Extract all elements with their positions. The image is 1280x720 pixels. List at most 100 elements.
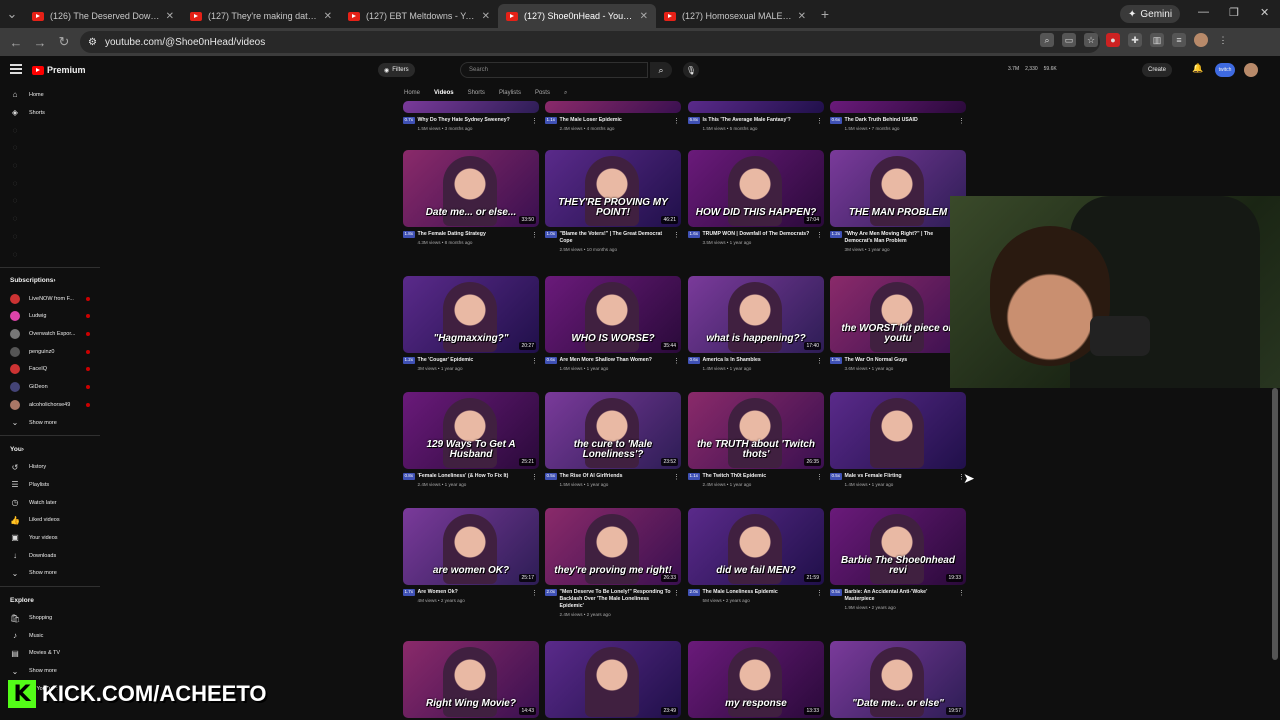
video-title[interactable]: America Is In Shambles <box>703 357 761 364</box>
video-title[interactable]: "Men Deserve To Be Lonely!" Responding T… <box>560 589 671 610</box>
video-card[interactable]: WHO IS WORSE? 35:44 0.6x Are Men More Shall… <box>545 276 681 372</box>
scrollbar[interactable] <box>1272 388 1278 660</box>
sidebar-subscription[interactable]: Ludwig <box>0 308 100 326</box>
sidebar-subscription[interactable]: penguinz0 <box>0 343 100 361</box>
shorts-placeholder-item[interactable]: ◌ <box>0 228 100 246</box>
sidebar-item-shopping[interactable]: 🛍 Shopping <box>0 609 100 627</box>
close-tab-icon[interactable]: ✕ <box>324 11 332 22</box>
video-thumbnail[interactable] <box>688 101 824 113</box>
video-thumbnail[interactable]: "Hagmaxxing?" 20:27 <box>403 276 539 353</box>
more-options-icon[interactable]: ⋮ <box>673 357 680 366</box>
more-options-icon[interactable]: ⋮ <box>816 357 823 366</box>
video-thumbnail[interactable]: WHO IS WORSE? 35:44 <box>545 276 681 353</box>
sidepanel-icon[interactable]: ▥ <box>1150 33 1164 47</box>
more-options-icon[interactable]: ⋮ <box>531 231 538 240</box>
channel-search-icon[interactable]: ⌕ <box>564 90 567 97</box>
video-card[interactable]: what is happening?? 17:40 0.6x America Is I… <box>688 276 824 372</box>
video-card[interactable]: they're proving me right! 26:33 2.0x "Men D… <box>545 508 681 618</box>
gemini-button[interactable]: ✦ Gemini <box>1120 5 1181 23</box>
more-options-icon[interactable]: ⋮ <box>673 231 680 240</box>
shorts-placeholder-item[interactable]: ◌ <box>0 192 100 210</box>
video-thumbnail[interactable]: the TRUTH about 'Twitch thots' 26:35 <box>688 392 824 469</box>
sidebar-item-home[interactable]: ⌂ Home <box>0 86 100 104</box>
video-card[interactable]: my response 13:33 <box>688 641 824 718</box>
close-tab-icon[interactable]: ✕ <box>640 11 648 22</box>
video-title[interactable]: TRUMP WON | Downfall of The Democrats? <box>703 231 810 238</box>
browser-tab[interactable]: (127) Homosexual MALE MELTS ✕ <box>656 4 814 28</box>
video-thumbnail[interactable]: they're proving me right! 26:33 <box>545 508 681 585</box>
sidebar-item-playlists[interactable]: ☰ Playlists <box>0 476 100 494</box>
tab-home[interactable]: Home <box>404 90 420 96</box>
video-thumbnail[interactable]: the cure to 'Male Loneliness'? 23:52 <box>545 392 681 469</box>
puzzle-icon[interactable]: ✚ <box>1128 33 1142 47</box>
tab-videos[interactable]: Videos <box>434 90 454 96</box>
video-title[interactable]: 'Female Loneliness' (& How To Fix It) <box>418 473 509 480</box>
video-card[interactable]: 0.6x The Dark Truth Behind USAID 1.5M view… <box>830 101 966 132</box>
video-card[interactable]: the WORST hit piece on youtu 1.3x The War … <box>830 276 966 372</box>
shorts-placeholder-item[interactable]: ◌ <box>0 139 100 157</box>
maximize-icon[interactable]: ❐ <box>1229 6 1239 19</box>
video-title[interactable]: Are Women Ok? <box>418 589 465 596</box>
sidebar-subscription[interactable]: alcoholichorse49 <box>0 396 100 414</box>
video-card[interactable]: 6.8x Is This 'The Average Male Fantasy'? 1… <box>688 101 824 132</box>
reload-icon[interactable]: ↻ <box>52 34 76 50</box>
video-thumbnail[interactable]: 23:49 <box>545 641 681 718</box>
close-window-icon[interactable]: ✕ <box>1260 6 1269 19</box>
video-title[interactable]: The Twitch Th0t Epidemic <box>703 473 767 480</box>
more-options-icon[interactable]: ⋮ <box>673 117 680 126</box>
more-options-icon[interactable]: ⋮ <box>673 473 680 482</box>
video-thumbnail[interactable]: 129 Ways To Get A Husband 25:21 <box>403 392 539 469</box>
youtube-logo[interactable]: Premium <box>32 65 86 75</box>
video-card[interactable]: 23:49 <box>545 641 681 718</box>
menu-icon[interactable]: ⋮ <box>1216 33 1230 47</box>
video-card[interactable]: are women OK? 25:17 1.7x Are Women Ok? 4M vi… <box>403 508 539 604</box>
sidebar-item-music[interactable]: ♪ Music <box>0 627 100 645</box>
video-thumbnail[interactable]: Right Wing Movie? 14:43 <box>403 641 539 718</box>
account-avatar[interactable] <box>1244 63 1258 77</box>
browser-tab[interactable]: (127) EBT Meltdowns - YouTube ✕ <box>340 4 498 28</box>
cast-icon[interactable]: ▭ <box>1062 33 1076 47</box>
video-card[interactable]: THEY'RE PROVING MY POINT! 46:21 1.0x "Blame… <box>545 150 681 253</box>
video-title[interactable]: Why Do They Hate Sydney Sweeney? <box>418 117 510 124</box>
tab-posts[interactable]: Posts <box>535 90 550 96</box>
video-card[interactable]: 1.1x The Male Loser Epidemic 2.4M views • … <box>545 101 681 132</box>
browser-tab[interactable]: (127) Shoe0nHead - YouTube ✕ <box>498 4 656 28</box>
more-options-icon[interactable]: ⋮ <box>958 589 965 598</box>
video-card[interactable]: did we fail MEN? 21:59 2.0x The Male Loneli… <box>688 508 824 604</box>
video-card[interactable]: 129 Ways To Get A Husband 25:21 0.8x 'Femal… <box>403 392 539 488</box>
star-icon[interactable]: ☆ <box>1084 33 1098 47</box>
search-icon[interactable]: ⌕ <box>650 62 672 78</box>
sidebar-subscription[interactable]: Overwatch Espor... <box>0 325 100 343</box>
sidebar-item-watch-later[interactable]: ◷ Watch later <box>0 494 100 512</box>
video-card[interactable]: HOW DID THIS HAPPEN? 37:04 1.6x TRUMP WON |… <box>688 150 824 246</box>
video-thumbnail[interactable]: Barbie The Shoe0nhead revi 19:33 <box>830 508 966 585</box>
video-card[interactable]: 0.7x Why Do They Hate Sydney Sweeney? 1.5M… <box>403 101 539 132</box>
sidebar-item-downloads[interactable]: ↓ Downloads <box>0 547 100 565</box>
sidebar-subscription[interactable]: FaceIQ <box>0 361 100 379</box>
video-thumbnail[interactable] <box>830 392 966 469</box>
video-title[interactable]: The 'Cougar' Epidemic <box>418 357 474 364</box>
video-card[interactable]: 0.5x Male vs Female Flirting 1.4M views • … <box>830 392 966 488</box>
video-thumbnail[interactable] <box>545 101 681 113</box>
video-thumbnail[interactable]: THE MAN PROBLEM <box>830 150 966 227</box>
video-thumbnail[interactable] <box>830 101 966 113</box>
tab-search-icon[interactable]: ⌄ <box>0 6 24 22</box>
video-title[interactable]: Male vs Female Flirting <box>845 473 902 480</box>
sidebar-item-movies-tv[interactable]: ▤ Movies & TV <box>0 645 100 663</box>
downloads-icon[interactable]: ≡ <box>1172 33 1186 47</box>
video-card[interactable]: "Date me... or else" 19:57 <box>830 641 966 718</box>
video-card[interactable]: the TRUTH about 'Twitch thots' 26:35 1.1x T… <box>688 392 824 488</box>
video-card[interactable]: the cure to 'Male Loneliness'? 23:52 0.5x T… <box>545 392 681 488</box>
sidebar-item-shorts[interactable]: ◈ Shorts <box>0 104 100 122</box>
more-options-icon[interactable]: ⋮ <box>816 231 823 240</box>
more-options-icon[interactable]: ⋮ <box>673 589 680 598</box>
hamburger-menu-icon[interactable] <box>10 64 22 74</box>
video-thumbnail[interactable]: my response 13:33 <box>688 641 824 718</box>
more-options-icon[interactable]: ⋮ <box>531 357 538 366</box>
video-card[interactable]: Barbie The Shoe0nhead revi 19:33 0.5x Barbi… <box>830 508 966 611</box>
close-tab-icon[interactable]: ✕ <box>798 11 806 22</box>
back-icon[interactable]: ← <box>4 35 28 50</box>
video-title[interactable]: The War On Normal Guys <box>845 357 908 364</box>
video-thumbnail[interactable]: Date me... or else... 33:50 <box>403 150 539 227</box>
browser-tab[interactable]: (127) They're making dating IM ✕ <box>182 4 340 28</box>
